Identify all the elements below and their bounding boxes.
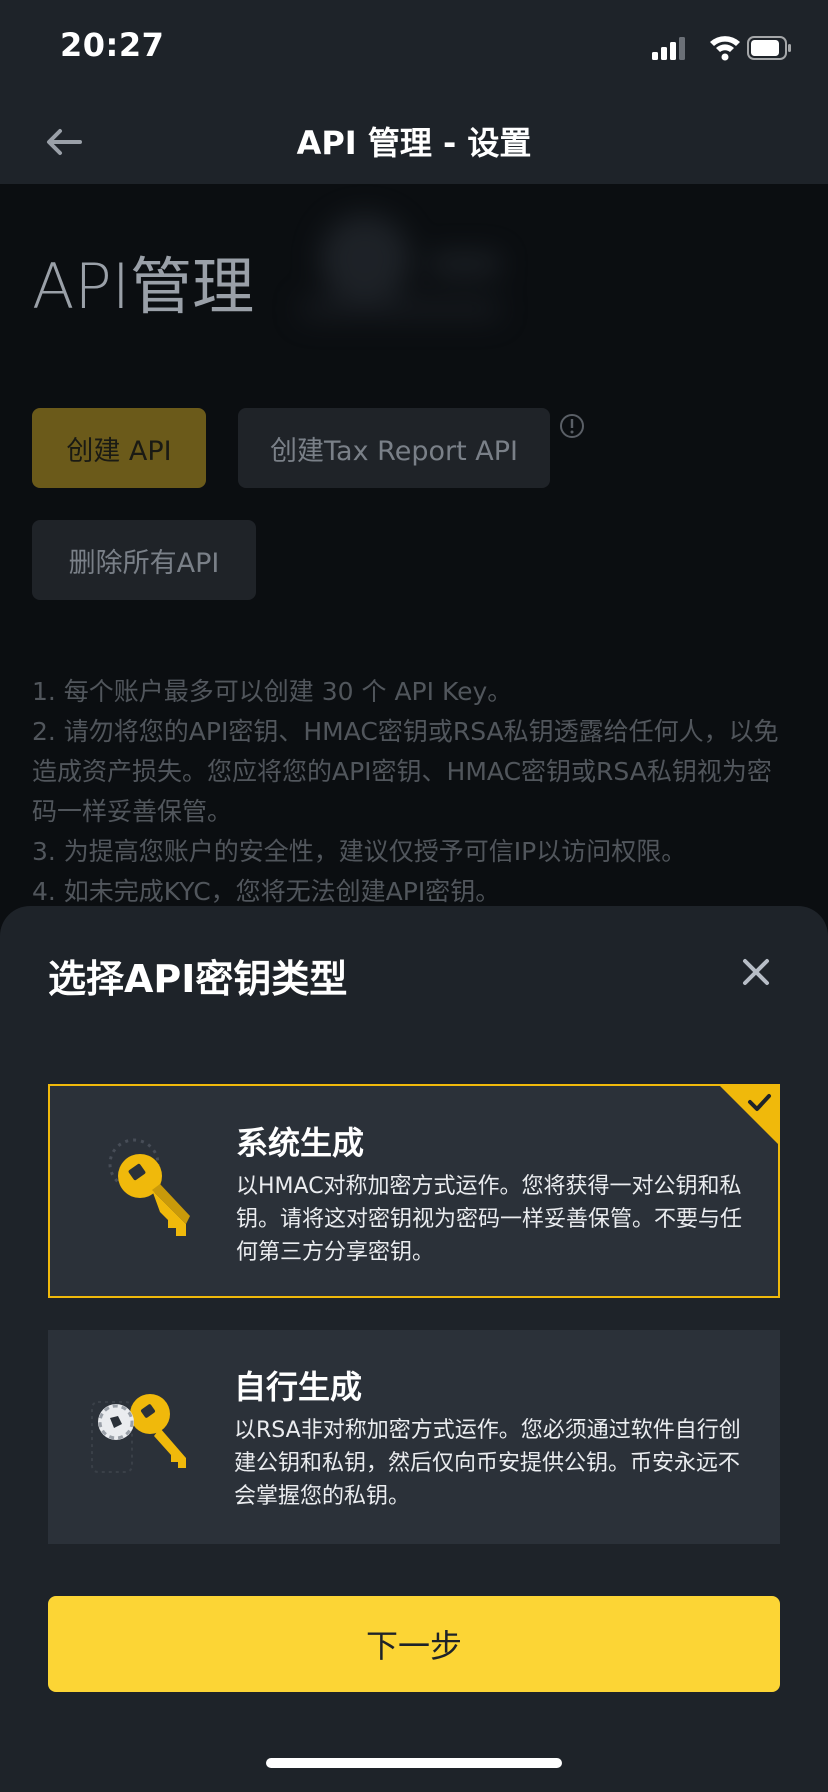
status-time: 20:27	[60, 26, 165, 64]
info-icon[interactable]	[558, 412, 586, 440]
close-icon	[743, 959, 769, 985]
option-title: 自行生成	[234, 1368, 363, 1406]
status-icons	[652, 36, 791, 61]
home-indicator	[266, 1758, 562, 1768]
key-gear-icon	[91, 1394, 186, 1473]
note-item: 1. 每个账户最多可以创建 30 个 API Key。	[32, 677, 513, 706]
battery-icon	[747, 36, 791, 60]
page-title: API 管理 - 设置	[296, 124, 532, 162]
blurred-user-info	[290, 214, 520, 324]
status-bar: 20:27	[0, 0, 828, 100]
wifi-icon	[710, 36, 740, 61]
section-heading: API管理	[32, 250, 255, 323]
delete-all-api-button[interactable]: 删除所有API	[32, 520, 256, 600]
navigation-bar: API 管理 - 设置	[0, 100, 828, 184]
option-description: 以HMAC对称加密方式运作。您将获得一对公钥和私钥。请将这对密钥视为密码一样妥善…	[236, 1174, 743, 1265]
api-key-type-sheet: 选择API密钥类型 系统生成 以HMAC对称加密方式运作。您将获得一对公钥和私钥…	[0, 906, 828, 1792]
sheet-title: 选择API密钥类型	[48, 957, 348, 1001]
signal-icon	[652, 37, 685, 60]
check-icon	[720, 1086, 778, 1144]
option-description: 以RSA非对称加密方式运作。您必须通过软件自行创建公钥和私钥，然后仅向币安提供公…	[234, 1418, 741, 1509]
next-step-button[interactable]: 下一步	[48, 1596, 780, 1692]
note-item: 3. 为提高您账户的安全性，建议仅授予可信IP以访问权限。	[32, 837, 687, 866]
option-title: 系统生成	[236, 1124, 365, 1162]
create-tax-report-api-button[interactable]: 创建Tax Report API	[238, 408, 550, 488]
close-button[interactable]	[738, 954, 774, 990]
create-api-button[interactable]: 创建 API	[32, 408, 206, 488]
option-system-generated[interactable]: 系统生成 以HMAC对称加密方式运作。您将获得一对公钥和私钥。请将这对密钥视为密…	[48, 1084, 780, 1298]
option-self-generated[interactable]: 自行生成 以RSA非对称加密方式运作。您必须通过软件自行创建公钥和私钥，然后仅向…	[48, 1330, 780, 1544]
key-icon	[108, 1138, 190, 1236]
api-notes: 1. 每个账户最多可以创建 30 个 API Key。 2. 请勿将您的API密…	[32, 672, 792, 912]
note-item: 2. 请勿将您的API密钥、HMAC密钥或RSA私钥透露给任何人，以免造成资产损…	[32, 717, 779, 826]
